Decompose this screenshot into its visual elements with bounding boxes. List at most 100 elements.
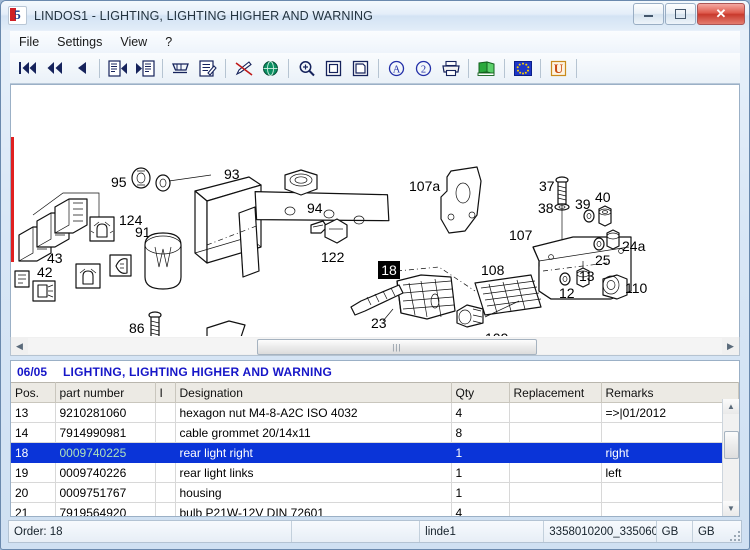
cell-remarks <box>601 482 739 503</box>
scroll-up-icon[interactable]: ▲ <box>723 399 739 414</box>
svg-text:22: 22 <box>394 335 410 336</box>
svg-text:24a: 24a <box>622 238 646 254</box>
cell-pos: 19 <box>11 462 56 483</box>
svg-text:U: U <box>554 61 564 76</box>
diagram-horizontal-scrollbar[interactable]: ◀ ||| ▶ <box>10 337 740 356</box>
fast-rewind-icon[interactable] <box>42 56 67 81</box>
diagram-svg: .ln{fill:none;stroke:#111;stroke-width:1… <box>14 166 648 336</box>
cell-designation: bulb P21W-12V DIN 72601 <box>175 502 452 516</box>
pen-strikethrough-icon[interactable] <box>231 56 256 81</box>
cell-part-number: 0009751767 <box>55 482 156 503</box>
svg-text:40: 40 <box>595 189 611 205</box>
svg-text:12: 12 <box>559 285 575 301</box>
svg-text:95: 95 <box>111 174 127 190</box>
window-controls: ✕ <box>632 2 745 25</box>
exploded-parts-diagram[interactable]: .ln{fill:none;stroke:#111;stroke-width:1… <box>10 84 740 339</box>
table-row[interactable]: 19 0009740226 rear light links 1 left <box>11 462 739 483</box>
svg-text:107a: 107a <box>409 178 440 194</box>
cell-part-number: 0009740225 <box>55 442 156 463</box>
cell-designation: rear light right <box>175 442 452 463</box>
cell-pos: 20 <box>11 482 56 503</box>
menu-view[interactable]: View <box>111 33 156 52</box>
maximize-button[interactable] <box>665 2 696 25</box>
svg-text:2: 2 <box>421 64 426 75</box>
column-header-i[interactable]: I <box>155 382 176 403</box>
cell-designation: housing <box>175 482 452 503</box>
svg-text:94: 94 <box>307 200 323 216</box>
cell-pos: 18 <box>11 442 56 463</box>
table-vertical-scrollbar[interactable]: ▲ ▼ <box>722 399 739 516</box>
svg-text:37: 37 <box>539 178 555 194</box>
svg-text:109: 109 <box>485 330 509 336</box>
cell-designation: rear light links <box>175 462 452 483</box>
zoom-in-icon[interactable] <box>294 56 319 81</box>
cell-remarks <box>601 502 739 516</box>
close-button[interactable]: ✕ <box>697 2 745 25</box>
shopping-cart-icon[interactable] <box>168 56 193 81</box>
cell-i <box>155 442 176 463</box>
hscroll-thumb[interactable]: ||| <box>257 339 537 355</box>
cell-pos: 13 <box>11 402 56 423</box>
previous-record-icon[interactable] <box>69 56 94 81</box>
lindos-logo-icon: 5 <box>8 6 27 25</box>
globe-icon[interactable] <box>258 56 283 81</box>
menu-settings[interactable]: Settings <box>48 33 111 52</box>
column-header-remarks[interactable]: Remarks <box>601 382 739 403</box>
green-book-icon[interactable] <box>474 56 499 81</box>
cell-qty: 4 <box>451 502 510 516</box>
status-user: linde1 <box>420 521 545 542</box>
scroll-left-icon[interactable]: ◀ <box>11 338 28 354</box>
letter-a-icon[interactable]: A <box>384 56 409 81</box>
column-header-designation[interactable]: Designation <box>175 382 452 403</box>
edit-list-icon[interactable] <box>195 56 220 81</box>
toolbar: A 2 U <box>10 53 740 84</box>
column-header-replacement[interactable]: Replacement <box>509 382 602 403</box>
first-record-icon[interactable] <box>15 56 40 81</box>
vscroll-thumb[interactable] <box>724 431 739 459</box>
u-letter-icon[interactable]: U <box>546 56 571 81</box>
cell-i <box>155 482 176 503</box>
window-title: LINDOS1 - LIGHTING, LIGHTING HIGHER AND … <box>34 8 373 23</box>
svg-text:13: 13 <box>579 268 595 284</box>
menu-bar: File Settings View ? <box>10 31 740 54</box>
table-row-selected[interactable]: 18 0009740225 rear light right 1 right <box>11 442 739 463</box>
cell-qty: 1 <box>451 482 510 503</box>
eu-flag-icon[interactable] <box>510 56 535 81</box>
status-order: Order: 18 <box>9 521 292 542</box>
document-forward-icon[interactable] <box>132 56 157 81</box>
group-header: 06/05 LIGHTING, LIGHTING HIGHER AND WARN… <box>11 361 739 382</box>
column-header-qty[interactable]: Qty <box>451 382 510 403</box>
printer-icon[interactable] <box>438 56 463 81</box>
cell-designation: hexagon nut M4-8-A2C ISO 4032 <box>175 402 452 423</box>
table-row[interactable]: 20 0009751767 housing 1 <box>11 482 739 503</box>
column-header-pos[interactable]: Pos. <box>11 382 56 403</box>
cell-remarks <box>601 422 739 443</box>
svg-text:A: A <box>393 64 401 75</box>
scroll-down-icon[interactable]: ▼ <box>723 501 739 516</box>
table-row[interactable]: 13 9210281060 hexagon nut M4-8-A2C ISO 4… <box>11 402 739 423</box>
document-back-icon[interactable] <box>105 56 130 81</box>
svg-text:108: 108 <box>481 262 505 278</box>
table-row[interactable]: 14 7914990981 cable grommet 20/14x11 8 <box>11 422 739 443</box>
table-row[interactable]: 21 7919564920 bulb P21W-12V DIN 72601 4 <box>11 502 739 516</box>
minimize-button[interactable] <box>633 2 664 25</box>
cell-replacement <box>509 502 602 516</box>
menu-file[interactable]: File <box>10 33 48 52</box>
status-document-id: 3358010200_3350608 <box>544 521 657 542</box>
cell-part-number: 7919564920 <box>55 502 156 516</box>
menu-help[interactable]: ? <box>156 33 181 52</box>
status-bar: Order: 18 linde1 3358010200_3350608 GB G… <box>8 520 742 543</box>
status-language-1: GB <box>657 521 693 542</box>
parts-list-panel: 06/05 LIGHTING, LIGHTING HIGHER AND WARN… <box>10 360 740 517</box>
column-header-part-number[interactable]: part number <box>55 382 156 403</box>
svg-text:25: 25 <box>595 252 611 268</box>
svg-text:122: 122 <box>321 249 345 265</box>
number-2-icon[interactable]: 2 <box>411 56 436 81</box>
svg-text:42: 42 <box>37 264 53 280</box>
page-single-icon[interactable] <box>321 56 346 81</box>
cell-replacement <box>509 442 602 463</box>
page-double-icon[interactable] <box>348 56 373 81</box>
parts-table: Pos. part number I Designation Qty Repla… <box>11 382 739 516</box>
hscroll-track[interactable]: ||| <box>28 338 722 355</box>
scroll-right-icon[interactable]: ▶ <box>722 338 739 354</box>
